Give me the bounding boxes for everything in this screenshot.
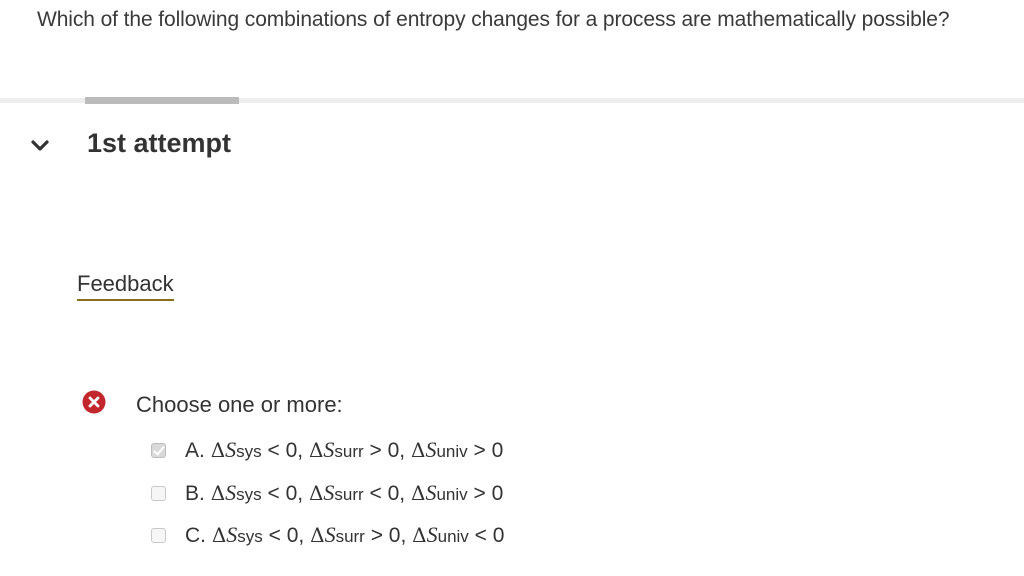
entropy-symbol: S [225,480,237,505]
delta-symbol: Δ [308,481,324,505]
option-a-text: A. ΔSsys < 0, ΔSsurr > 0, ΔSuniv > 0 [185,437,503,463]
delta-symbol: Δ [411,481,426,505]
entropy-symbol: S [226,522,238,547]
option-a-letter: A. [185,439,205,462]
term-subscript: surr [335,527,365,546]
term-subscript: surr [334,485,364,504]
term-relation: < 0, [268,524,305,547]
entropy-symbol: S [324,522,336,547]
delta-symbol: Δ [411,438,426,462]
term-relation: > 0, [370,524,407,547]
delta-symbol: Δ [210,481,226,505]
answer-option-b[interactable]: B. ΔSsys < 0, ΔSsurr < 0, ΔSuniv > 0 [151,479,503,507]
delta-symbol: Δ [412,523,427,547]
entropy-symbol: S [225,437,237,462]
option-b-letter: B. [185,482,205,505]
question-page: Which of the following combinations of e… [0,0,1024,576]
term-subscript: sys [236,442,262,461]
answer-option-a[interactable]: A. ΔSsys < 0, ΔSsurr > 0, ΔSuniv > 0 [151,436,503,464]
term-subscript: univ [436,442,468,461]
feedback-link[interactable]: Feedback [77,271,174,301]
chevron-down-icon[interactable] [30,137,50,155]
term-subscript: univ [437,527,469,546]
term-subscript: surr [334,442,364,461]
option-b-checkbox[interactable] [151,485,166,501]
option-c-checkbox[interactable] [151,527,166,543]
question-text: Which of the following combinations of e… [37,8,950,31]
option-c-letter: C. [185,524,206,547]
term-relation: < 0 [474,524,505,547]
term-relation: > 0, [369,439,406,462]
term-relation: < 0, [267,439,304,462]
delta-symbol: Δ [308,438,324,462]
entropy-symbol: S [323,437,335,462]
term-subscript: sys [236,485,262,504]
delta-symbol: Δ [310,523,325,547]
delta-symbol: Δ [210,438,226,462]
answer-option-c[interactable]: C. ΔSsys < 0, ΔSsurr > 0, ΔSuniv < 0 [151,521,504,549]
entropy-symbol: S [425,437,437,462]
option-a-checkbox[interactable] [151,442,166,458]
attempt-progress-bar [85,97,239,104]
term-relation: > 0 [473,439,504,462]
entropy-symbol: S [426,522,438,547]
option-c-text: C. ΔSsys < 0, ΔSsurr > 0, ΔSuniv < 0 [185,522,504,548]
delta-symbol: Δ [211,523,227,547]
attempt-title[interactable]: 1st attempt [87,128,231,159]
entropy-symbol: S [425,480,437,505]
term-relation: < 0, [267,482,304,505]
term-relation: > 0 [473,482,504,505]
choose-prompt: Choose one or more: [136,392,343,417]
entropy-symbol: S [323,480,335,505]
option-b-text: B. ΔSsys < 0, ΔSsurr < 0, ΔSuniv > 0 [185,480,503,506]
term-subscript: univ [436,485,468,504]
term-relation: < 0, [369,482,406,505]
term-subscript: sys [237,527,263,546]
incorrect-x-icon [82,390,106,414]
